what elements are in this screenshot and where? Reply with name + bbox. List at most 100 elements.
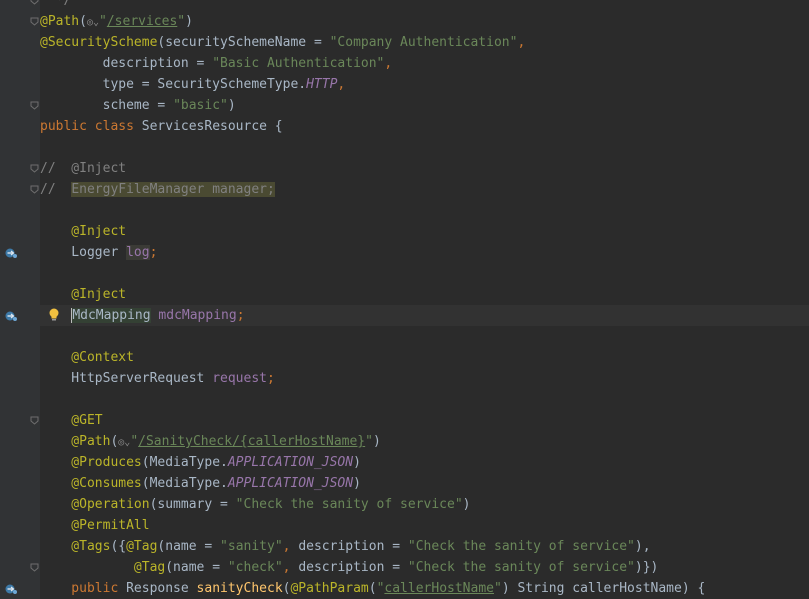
code-line[interactable]: @GET (40, 410, 809, 431)
code-token: , (282, 560, 299, 575)
code-line[interactable] (40, 200, 809, 221)
code-line[interactable]: @Tags({@Tag(name = "sanity", description… (40, 536, 809, 557)
code-token: ({ (110, 539, 127, 554)
code-token: Response (126, 581, 197, 596)
code-token: (summary = (149, 497, 236, 512)
code-token: /services (106, 14, 178, 29)
code-token: description = (40, 56, 213, 71)
code-token: @Operation (40, 497, 150, 512)
code-line[interactable]: @Tag(name = "check", description = "Chec… (40, 557, 809, 578)
code-token: "Basic Authentication" (212, 56, 385, 71)
code-token: ) (353, 455, 361, 470)
code-token: ) (227, 98, 236, 113)
code-token: HTTP (306, 77, 338, 92)
code-token: , (517, 35, 526, 50)
fold-marker-icon[interactable] (30, 416, 39, 425)
code-token: "check" (227, 560, 283, 575)
code-token: @PermitAll (40, 518, 150, 533)
code-line[interactable]: @Consumes(MediaType.APPLICATION_JSON) (40, 473, 809, 494)
code-token: public class (40, 119, 142, 134)
code-token: , (282, 539, 299, 554)
code-token: ) (462, 497, 471, 512)
code-token: "sanity" (220, 539, 283, 554)
code-line[interactable]: // @Inject (40, 158, 809, 179)
code-editor[interactable]: */@Path(◎⌄"/services") @SecurityScheme(se… (0, 0, 809, 599)
code-line[interactable]: @SecurityScheme(securitySchemeName = "Co… (40, 32, 809, 53)
code-token: @Tags (40, 539, 111, 554)
code-line[interactable]: scheme = "basic") (40, 95, 809, 116)
code-token: ( (368, 581, 377, 596)
code-token: Logger (40, 245, 127, 260)
code-token: (name = (165, 560, 228, 575)
code-line[interactable]: MdcMapping mdcMapping; (40, 305, 809, 326)
code-token: @Tag (40, 560, 166, 575)
code-token: callerHostName (384, 581, 494, 596)
code-line[interactable]: @Context (40, 347, 809, 368)
code-token: , (384, 56, 393, 71)
code-token: description = (298, 539, 408, 554)
editor-gutter[interactable] (0, 0, 40, 599)
code-token: log (126, 245, 150, 260)
code-token: @Path (40, 14, 80, 29)
code-line[interactable]: */ (40, 0, 809, 11)
code-line[interactable]: HttpServerRequest request; (40, 368, 809, 389)
fold-marker-icon[interactable] (30, 164, 39, 173)
fold-marker-icon[interactable] (30, 17, 39, 26)
code-token: )}) (634, 560, 659, 575)
code-token: (MediaType. (141, 455, 228, 470)
code-token: APPLICATION_JSON (227, 476, 354, 491)
intention-bulb-icon[interactable] (48, 308, 60, 322)
code-token: @GET (40, 413, 103, 428)
code-token: mdcMapping (158, 308, 237, 323)
code-line[interactable] (40, 263, 809, 284)
code-line[interactable]: @Path(◎⌄"/SanityCheck/{callerHostName}") (40, 431, 809, 452)
code-token: /SanityCheck/{callerHostName} (138, 434, 366, 449)
code-line[interactable]: type = SecuritySchemeType.HTTP, (40, 74, 809, 95)
code-token: ; (236, 308, 245, 323)
code-line[interactable]: public Response sanityCheck(@PathParam("… (40, 578, 809, 599)
code-token: ) String callerHostName) { (501, 581, 706, 596)
code-line[interactable]: @Path(◎⌄"/services") (40, 11, 809, 32)
code-token: HttpServerRequest (40, 371, 213, 386)
code-token: " (130, 434, 139, 449)
code-line[interactable]: Logger log; (40, 242, 809, 263)
url-navigation-icon: ◎⌄ (86, 17, 100, 28)
code-token: ; (266, 371, 275, 386)
code-token: "Check the sanity of service" (407, 539, 635, 554)
code-line[interactable]: description = "Basic Authentication", (40, 53, 809, 74)
code-line[interactable]: @Inject (40, 284, 809, 305)
code-token: EnergyFileManager manager; (71, 182, 275, 197)
code-token: " (365, 434, 373, 449)
code-token: MdcMapping (71, 308, 151, 323)
code-line[interactable] (40, 326, 809, 347)
code-token: "Check the sanity of service" (407, 560, 635, 575)
fold-marker-icon[interactable] (30, 185, 39, 194)
code-line[interactable]: @Operation(summary = "Check the sanity o… (40, 494, 809, 515)
code-token: sanityCheck (196, 581, 283, 596)
code-token: public (40, 581, 127, 596)
code-token: */ (40, 0, 72, 8)
injection-point-icon[interactable] (4, 246, 18, 260)
code-line[interactable] (40, 389, 809, 410)
code-token: ( (110, 434, 119, 449)
code-token: " (177, 14, 186, 29)
code-line[interactable]: @Inject (40, 221, 809, 242)
code-line[interactable]: // EnergyFileManager manager; (40, 179, 809, 200)
code-line[interactable] (40, 137, 809, 158)
code-token: ServicesResource { (141, 119, 283, 134)
fold-marker-icon[interactable] (30, 563, 39, 572)
fold-marker-icon[interactable] (30, 101, 39, 110)
code-token: @Inject (40, 224, 127, 239)
injection-point-icon[interactable] (4, 309, 18, 323)
code-area[interactable]: */@Path(◎⌄"/services") @SecurityScheme(se… (40, 0, 809, 599)
code-line[interactable]: @Produces(MediaType.APPLICATION_JSON) (40, 452, 809, 473)
endpoint-icon[interactable] (4, 582, 18, 596)
code-token: ) (353, 476, 361, 491)
code-token: ; (149, 245, 158, 260)
code-token: @Consumes (40, 476, 142, 491)
code-line[interactable]: public class ServicesResource { (40, 116, 809, 137)
code-token: @PathParam (290, 581, 369, 596)
code-line[interactable]: @PermitAll (40, 515, 809, 536)
code-token: description = (298, 560, 408, 575)
fold-marker-icon[interactable] (30, 0, 39, 5)
